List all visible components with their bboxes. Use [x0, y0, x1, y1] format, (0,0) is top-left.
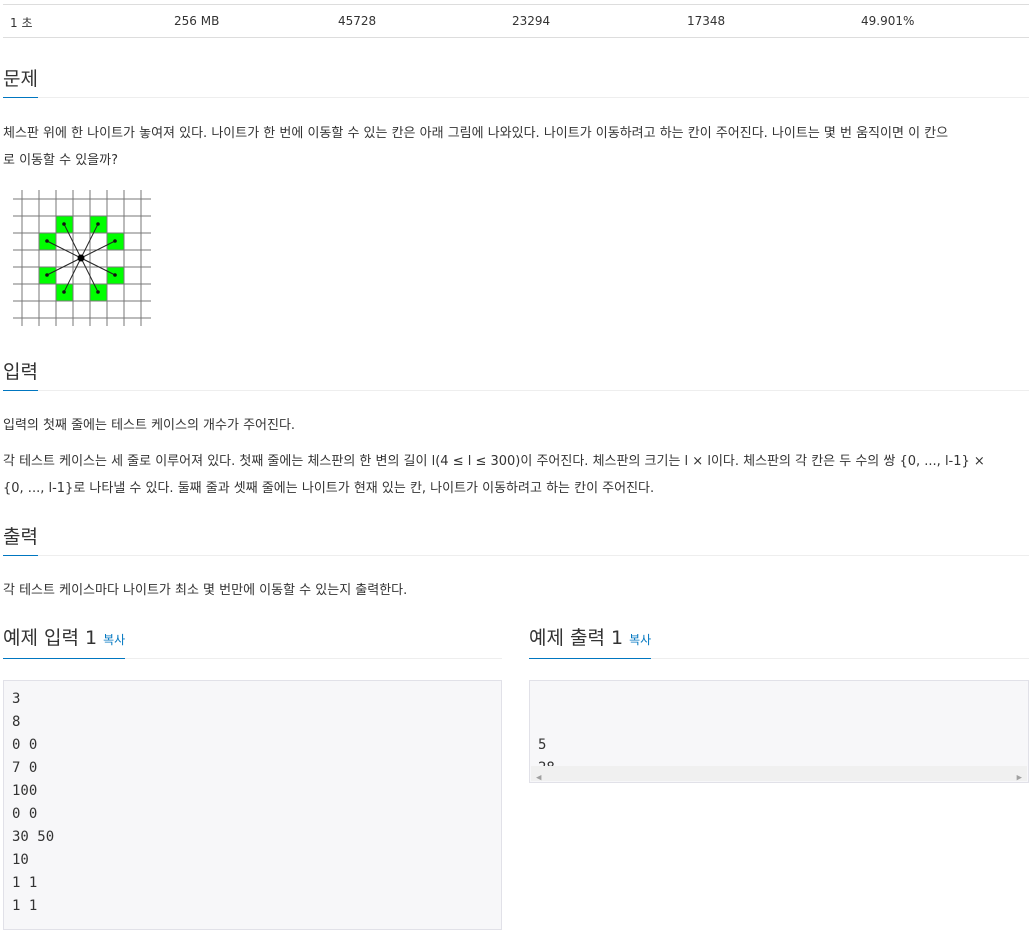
sample-input-header: 예제 입력 1 복사 — [3, 624, 502, 659]
problem-text-line-1: 체스판 위에 한 나이트가 놓여져 있다. 나이트가 한 번에 이동할 수 있는… — [3, 126, 949, 141]
submissions: 45728 — [338, 14, 377, 28]
sample-output-box[interactable]: 5 28 0 ◀ ▶ — [529, 680, 1029, 783]
knight-position — [77, 254, 85, 262]
problem-stats-row: 1 초 256 MB 45728 23294 17348 49.901% — [3, 4, 1029, 38]
output-paragraph: 각 테스트 케이스마다 나이트가 최소 몇 번만에 이동할 수 있는지 출력한다… — [3, 583, 408, 598]
scroll-right-arrow-icon[interactable]: ▶ — [1017, 767, 1022, 782]
accepted: 23294 — [512, 14, 551, 28]
input-title: 입력 — [3, 361, 38, 391]
solved-users: 17348 — [687, 14, 726, 28]
sample-output-title-text: 예제 출력 1 — [529, 627, 624, 649]
sample-input-title: 예제 입력 1 복사 — [3, 627, 126, 659]
time-limit: 1 초 — [10, 16, 33, 30]
input-paragraph-2-line-2: {0, ..., l-1}로 나타낼 수 있다. 둘째 줄과 셋째 줄에는 나이… — [3, 481, 655, 496]
problem-text-line-2: 로 이동할 수 있을까? — [3, 153, 118, 168]
accept-ratio: 49.901% — [861, 14, 915, 28]
sample-output-title: 예제 출력 1 복사 — [529, 627, 652, 659]
sample-output-header: 예제 출력 1 복사 — [529, 624, 1029, 659]
input-paragraph-2-line-1: 각 테스트 케이스는 세 줄로 이루어져 있다. 첫째 줄에는 체스판의 한 변… — [3, 454, 985, 469]
input-paragraph-2: 각 테스트 케이스는 세 줄로 이루어져 있다. 첫째 줄에는 체스판의 한 변… — [3, 448, 1029, 502]
scroll-left-arrow-icon[interactable]: ◀ — [536, 767, 541, 782]
horizontal-scrollbar[interactable]: ◀ ▶ — [531, 766, 1027, 782]
input-paragraph-1: 입력의 첫째 줄에는 테스트 케이스의 개수가 주어진다. — [3, 418, 296, 433]
problem-description: 체스판 위에 한 나이트가 놓여져 있다. 나이트가 한 번에 이동할 수 있는… — [3, 120, 1029, 174]
sample-input-box[interactable]: 3 8 0 0 7 0 100 0 0 30 50 10 1 1 1 1 — [3, 680, 502, 930]
problem-section-header: 문제 — [3, 63, 1029, 98]
output-title: 출력 — [3, 526, 38, 556]
knight-moves-diagram — [13, 190, 151, 326]
problem-title: 문제 — [3, 68, 38, 98]
input-section-header: 입력 — [3, 356, 1029, 391]
sample-input-title-text: 예제 입력 1 — [3, 627, 98, 649]
output-section-header: 출력 — [3, 521, 1029, 556]
copy-sample-input-button[interactable]: 복사 — [103, 633, 125, 647]
sample-output-container: 5 28 0 ◀ ▶ — [529, 680, 1029, 783]
memory-limit: 256 MB — [174, 14, 220, 28]
copy-sample-output-button[interactable]: 복사 — [629, 633, 651, 647]
